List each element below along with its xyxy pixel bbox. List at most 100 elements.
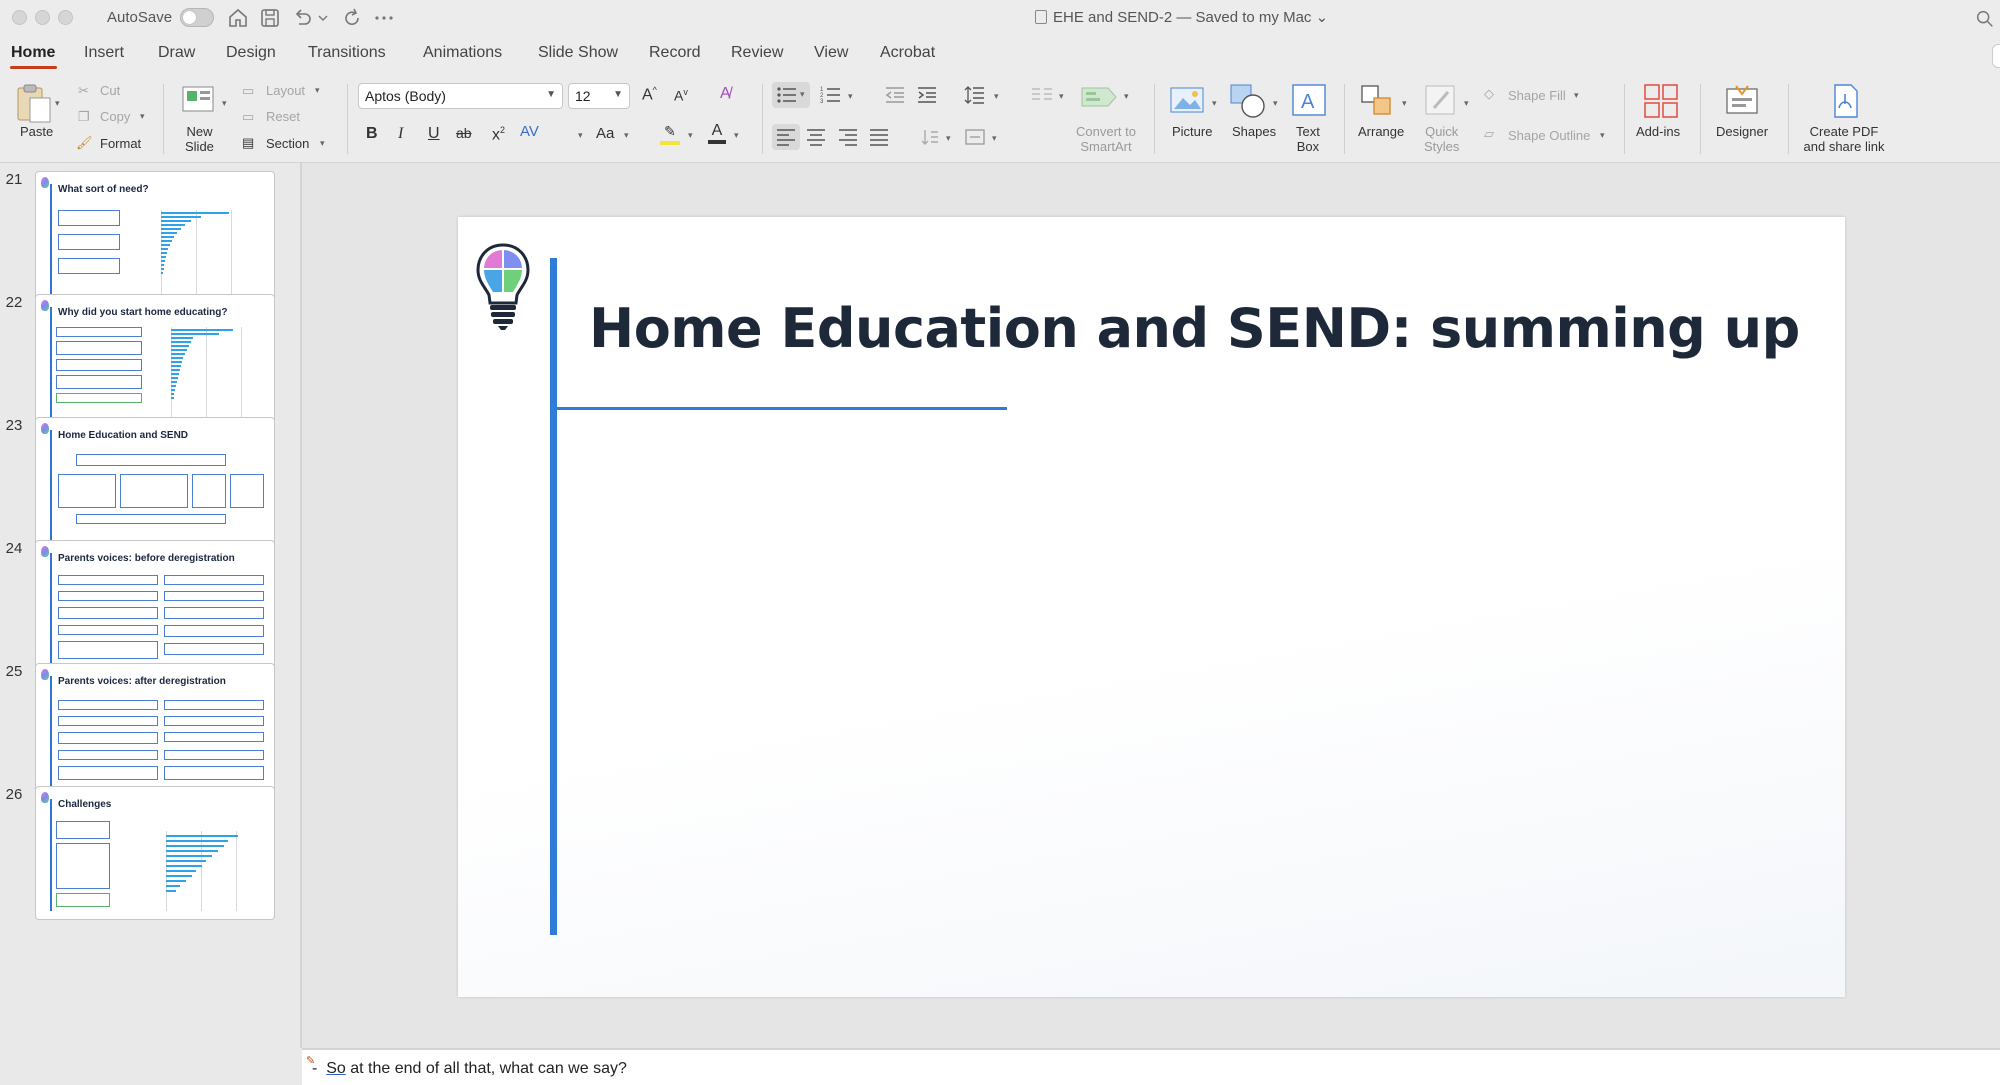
shrink-font-button[interactable]: Av	[674, 87, 688, 104]
shape-outline-button[interactable]: Shape Outline	[1508, 128, 1590, 143]
arrange-dropdown-icon[interactable]: ▾	[1402, 98, 1407, 109]
italic-button[interactable]: I	[398, 125, 403, 143]
decrease-indent-icon[interactable]	[884, 85, 906, 105]
line-spacing-icon[interactable]	[964, 85, 986, 105]
picture-icon[interactable]	[1168, 84, 1208, 118]
speaker-notes-text[interactable]: - So at the end of all that, what can we…	[312, 1060, 627, 1078]
layout-dropdown-icon[interactable]: ▾	[315, 85, 320, 96]
slide-title[interactable]: Home Education and SEND: summing up	[589, 297, 1800, 360]
current-slide[interactable]: Home Education and SEND: summing up	[458, 217, 1845, 997]
picture-button[interactable]: Picture	[1172, 124, 1212, 139]
tab-animations[interactable]: Animations	[423, 44, 502, 62]
align-text-icon[interactable]	[964, 128, 986, 146]
slide-thumbnail-panel[interactable]: 21 What sort of need? 22 Why did you sta…	[0, 163, 300, 1085]
smartart-icon[interactable]	[1078, 80, 1122, 114]
tab-view[interactable]: View	[814, 44, 848, 62]
justify-icon[interactable]	[869, 128, 889, 146]
text-box-icon[interactable]: A	[1290, 82, 1328, 118]
grow-font-button[interactable]: A^	[642, 85, 657, 104]
numbering-icon[interactable]: 123	[820, 85, 842, 105]
copy-button[interactable]: Copy	[100, 109, 130, 124]
shapes-button[interactable]: Shapes	[1232, 124, 1276, 139]
tab-design[interactable]: Design	[226, 44, 276, 62]
strikethrough-button[interactable]: ab	[456, 125, 472, 141]
designer-icon[interactable]	[1722, 82, 1762, 120]
shapes-icon[interactable]	[1228, 82, 1270, 120]
tab-slide-show[interactable]: Slide Show	[538, 44, 618, 62]
reset-button[interactable]: Reset	[266, 109, 300, 124]
columns-dropdown-icon[interactable]: ▾	[1059, 91, 1064, 102]
copy-dropdown-icon[interactable]: ▾	[140, 111, 145, 122]
text-box-button[interactable]: Text Box	[1296, 124, 1320, 154]
shapes-dropdown-icon[interactable]: ▾	[1273, 98, 1278, 109]
slide-thumbnail-23[interactable]: Home Education and SEND	[35, 417, 275, 551]
section-button[interactable]: Section	[266, 136, 309, 151]
align-right-icon[interactable]	[838, 128, 858, 146]
document-title[interactable]: EHE and SEND-2 — Saved to my Mac ⌄	[1035, 8, 1328, 26]
text-direction-dropdown-icon[interactable]: ▾	[946, 133, 951, 144]
home-icon[interactable]	[226, 6, 250, 30]
text-direction-icon[interactable]	[920, 128, 940, 146]
highlight-dropdown-icon[interactable]: ▾	[688, 130, 693, 141]
close-window-button[interactable]	[12, 10, 27, 25]
autosave-toggle[interactable]	[180, 8, 214, 27]
highlight-icon[interactable]: ✎	[660, 123, 680, 145]
tab-draw[interactable]: Draw	[158, 44, 195, 62]
create-pdf-icon[interactable]	[1827, 82, 1863, 120]
align-left-button[interactable]	[772, 124, 800, 150]
numbering-dropdown-icon[interactable]: ▾	[848, 91, 853, 102]
new-slide-button[interactable]: New Slide	[185, 124, 214, 154]
font-color-button[interactable]: A	[708, 122, 726, 144]
slide-thumbnail-26[interactable]: Challenges	[35, 786, 275, 920]
tab-transitions[interactable]: Transitions	[308, 44, 386, 62]
shape-outline-dropdown-icon[interactable]: ▾	[1600, 130, 1605, 141]
superscript-button[interactable]: x2	[492, 125, 505, 144]
layout-button[interactable]: Layout	[266, 83, 305, 98]
arrange-icon[interactable]	[1358, 82, 1396, 120]
convert-smartart-button[interactable]: Convert to SmartArt	[1066, 124, 1146, 154]
line-spacing-dropdown-icon[interactable]: ▾	[994, 91, 999, 102]
redo-icon[interactable]	[340, 6, 364, 30]
save-icon[interactable]	[258, 6, 282, 30]
shape-fill-button[interactable]: Shape Fill	[1508, 88, 1566, 103]
slide-thumbnail-25[interactable]: Parents voices: after deregistration	[35, 663, 275, 797]
smartart-dropdown-icon[interactable]: ▾	[1124, 91, 1129, 102]
zoom-window-button[interactable]	[58, 10, 73, 25]
character-spacing-button[interactable]: AV	[520, 123, 539, 140]
ribbon-collapse-button[interactable]	[1992, 44, 2000, 68]
font-name-select[interactable]: Aptos (Body) ▼	[358, 83, 563, 109]
bold-button[interactable]: B	[366, 125, 378, 143]
speaker-notes-pane[interactable]: ✎ - So at the end of all that, what can …	[302, 1050, 2000, 1085]
add-ins-button[interactable]: Add-ins	[1636, 124, 1680, 139]
underline-button[interactable]: U	[428, 125, 440, 143]
font-color-dropdown-icon[interactable]: ▾	[734, 130, 739, 141]
more-options-icon[interactable]	[372, 6, 396, 30]
increase-indent-icon[interactable]	[916, 85, 938, 105]
picture-dropdown-icon[interactable]: ▾	[1212, 98, 1217, 109]
tab-record[interactable]: Record	[649, 44, 701, 62]
create-pdf-button[interactable]: Create PDF and share link	[1798, 124, 1890, 154]
arrange-button[interactable]: Arrange	[1358, 124, 1404, 139]
align-text-dropdown-icon[interactable]: ▾	[992, 133, 997, 144]
align-center-icon[interactable]	[806, 128, 826, 146]
undo-icon[interactable]	[290, 6, 314, 30]
undo-dropdown-icon[interactable]	[316, 6, 330, 30]
cut-button[interactable]: Cut	[100, 83, 120, 98]
tab-home[interactable]: Home	[11, 44, 55, 62]
change-case-button[interactable]: Aa	[596, 125, 614, 142]
spacing-dropdown-icon[interactable]: ▾	[578, 130, 583, 141]
quick-styles-dropdown-icon[interactable]: ▾	[1464, 98, 1469, 109]
new-slide-icon[interactable]	[180, 82, 216, 118]
new-slide-dropdown-icon[interactable]: ▾	[222, 98, 227, 109]
slide-thumbnail-21[interactable]: What sort of need?	[35, 171, 275, 305]
paste-button[interactable]: Paste	[20, 124, 53, 139]
quick-styles-icon[interactable]	[1422, 82, 1460, 120]
change-case-dropdown-icon[interactable]: ▾	[624, 130, 629, 141]
paste-icon[interactable]	[14, 82, 54, 126]
bullets-button[interactable]: ▾	[772, 82, 810, 108]
search-icon[interactable]	[1974, 8, 1996, 30]
slide-thumbnail-24[interactable]: Parents voices: before deregistration	[35, 540, 275, 674]
tab-acrobat[interactable]: Acrobat	[880, 44, 935, 62]
quick-styles-button[interactable]: Quick Styles	[1424, 124, 1459, 154]
clear-formatting-icon[interactable]: A̸	[720, 85, 731, 103]
